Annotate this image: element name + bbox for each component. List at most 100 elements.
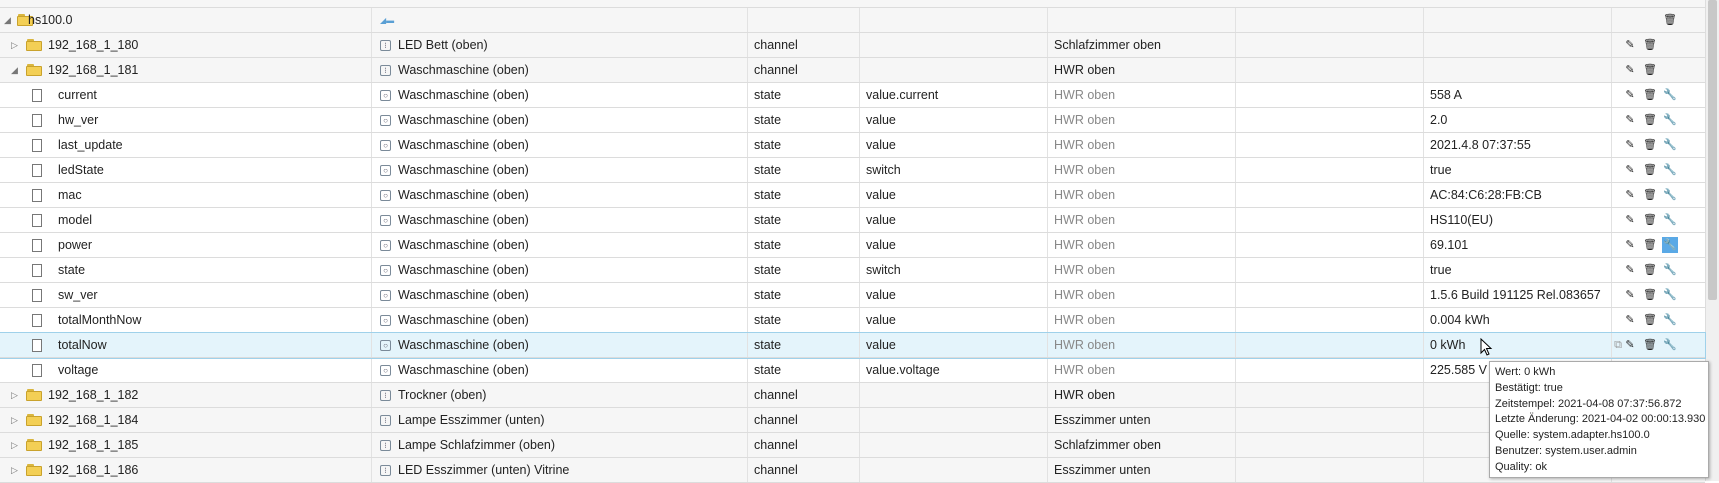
value-tooltip: Wert: 0 kWh Bestätigt: true Zeitstempel: 2…: [1489, 361, 1709, 478]
edit-icon[interactable]: ✎: [1622, 62, 1638, 78]
delete-icon[interactable]: 🗑: [1642, 337, 1658, 353]
edit-icon[interactable]: ✎: [1622, 262, 1638, 278]
object-type-cell-text: channel: [754, 63, 798, 77]
table-row-hs100.0[interactable]: ◢ hs100.0 ◢▬ 🗑: [0, 8, 1705, 33]
wrench-icon[interactable]: 🔧: [1662, 337, 1678, 353]
table-row-model[interactable]: model ○ Waschmaschine (oben) state value HWR …: [0, 208, 1705, 233]
folder-icon: [26, 464, 42, 476]
object-name-label: Waschmaschine (oben): [398, 113, 529, 127]
row-buttons-cell: ✎🗑🔧: [1612, 283, 1705, 307]
edit-icon[interactable]: ✎: [1622, 212, 1638, 228]
table-row-192_168_1_180[interactable]: ▷ 192_168_1_180 ⁝ LED Bett (oben) channel Sch…: [0, 33, 1705, 58]
expand-arrow-icon[interactable]: ▷: [11, 40, 18, 51]
wrench-icon[interactable]: 🔧: [1662, 262, 1678, 278]
object-role-cell: value: [860, 208, 1048, 232]
table-row-totalNow[interactable]: totalNow ○ Waschmaschine (oben) state value H…: [0, 332, 1706, 359]
object-id-cell: voltage: [0, 358, 372, 382]
object-room-cell: HWR oben: [1048, 333, 1236, 357]
collapse-arrow-icon[interactable]: ◢: [11, 65, 18, 76]
tooltip-line: Zeitstempel: 2021-04-08 07:37:56.872: [1495, 397, 1682, 410]
object-id-label: 192_168_1_186: [48, 463, 139, 477]
table-row-192_168_1_184[interactable]: ▷ 192_168_1_184 ⁝ Lampe Esszimmer (unten) ch…: [0, 408, 1705, 433]
delete-icon[interactable]: 🗑: [1642, 62, 1658, 78]
edit-icon[interactable]: ✎: [1622, 187, 1638, 203]
state-type-icon: ○: [380, 215, 391, 226]
table-row-192_168_1_182[interactable]: ▷ 192_168_1_182 ⁝ Trockner (oben) channel HWR…: [0, 383, 1705, 408]
object-name-cell: ○ Waschmaschine (oben): [372, 308, 748, 332]
wrench-icon[interactable]: 🔧: [1662, 162, 1678, 178]
table-row-mac[interactable]: mac ○ Waschmaschine (oben) state value HWR ob…: [0, 183, 1705, 208]
table-row-totalMonthNow[interactable]: totalMonthNow ○ Waschmaschine (oben) state v…: [0, 308, 1705, 333]
scrollbar-thumb[interactable]: [1708, 0, 1717, 300]
table-row-192_168_1_181[interactable]: ◢ 192_168_1_181 ⁝ Waschmaschine (oben) chann…: [0, 58, 1705, 83]
folder-icon: [26, 64, 42, 76]
file-icon: [32, 264, 42, 277]
wrench-icon[interactable]: 🔧: [1662, 312, 1678, 328]
wrench-icon[interactable]: 🔧: [1662, 212, 1678, 228]
delete-icon[interactable]: 🗑: [1642, 262, 1658, 278]
expand-arrow-icon[interactable]: ▷: [11, 440, 18, 451]
object-function-cell: [1236, 433, 1424, 457]
edit-icon[interactable]: ✎: [1622, 287, 1638, 303]
row-buttons-cell: ✎🗑🔧: [1612, 233, 1705, 257]
wrench-icon[interactable]: 🔧: [1662, 287, 1678, 303]
delete-icon[interactable]: 🗑: [1662, 12, 1678, 28]
expand-arrow-icon[interactable]: ▷: [11, 390, 18, 401]
object-type-cell-text: state: [754, 238, 782, 252]
delete-icon[interactable]: 🗑: [1642, 287, 1658, 303]
wrench-icon[interactable]: 🔧: [1662, 137, 1678, 153]
object-value-cell-text: 558 A: [1430, 88, 1462, 102]
file-icon: [32, 339, 42, 352]
channel-type-icon: ⁝: [380, 465, 391, 476]
object-type-cell: state: [748, 83, 860, 107]
object-id-label: power: [58, 238, 93, 252]
object-id-label: model: [58, 213, 93, 227]
expand-arrow-icon[interactable]: ▷: [11, 415, 18, 426]
table-row-192_168_1_185[interactable]: ▷ 192_168_1_185 ⁝ Lampe Schlafzimmer (oben)…: [0, 433, 1705, 458]
expand-arrow-icon[interactable]: ▷: [11, 465, 18, 476]
row-buttons-cell: ✎🗑🔧: [1612, 183, 1705, 207]
edit-icon[interactable]: ✎: [1622, 87, 1638, 103]
delete-icon[interactable]: 🗑: [1642, 162, 1658, 178]
edit-icon[interactable]: ✎: [1622, 137, 1638, 153]
object-room-cell: HWR oben: [1048, 83, 1236, 107]
collapse-arrow-icon[interactable]: ◢: [4, 15, 11, 26]
row-buttons-cell: ✎🗑🔧: [1612, 308, 1705, 332]
object-type-cell-text: state: [754, 113, 782, 127]
edit-icon[interactable]: ✎: [1622, 162, 1638, 178]
file-icon: [32, 239, 42, 252]
table-row-192_168_1_186[interactable]: ▷ 192_168_1_186 ⁝ LED Esszimmer (unten) Vit…: [0, 458, 1705, 483]
delete-icon[interactable]: 🗑: [1642, 187, 1658, 203]
object-room-cell-text: HWR oben: [1054, 138, 1116, 152]
state-type-icon: ○: [380, 265, 391, 276]
edit-icon[interactable]: ✎: [1622, 312, 1638, 328]
wrench-icon[interactable]: 🔧: [1662, 237, 1678, 253]
edit-icon[interactable]: ✎: [1622, 112, 1638, 128]
table-row-state[interactable]: state ○ Waschmaschine (oben) state switch HWR…: [0, 258, 1705, 283]
object-room-cell-text: HWR oben: [1054, 163, 1116, 177]
table-row-voltage[interactable]: voltage ○ Waschmaschine (oben) state value.v…: [0, 358, 1705, 383]
wrench-icon[interactable]: 🔧: [1662, 112, 1678, 128]
table-row-last_update[interactable]: last_update ○ Waschmaschine (oben) state val…: [0, 133, 1705, 158]
table-row-power[interactable]: power ○ Waschmaschine (oben) state value HWR …: [0, 233, 1705, 258]
wrench-icon[interactable]: 🔧: [1662, 87, 1678, 103]
delete-icon[interactable]: 🗑: [1642, 37, 1658, 53]
object-id-cell: model: [0, 208, 372, 232]
delete-icon[interactable]: 🗑: [1642, 137, 1658, 153]
table-row-current[interactable]: current ○ Waschmaschine (oben) state value.c…: [0, 83, 1705, 108]
edit-icon[interactable]: ✎: [1622, 337, 1638, 353]
object-room-cell: HWR oben: [1048, 233, 1236, 257]
table-row-ledState[interactable]: ledState ○ Waschmaschine (oben) state switch…: [0, 158, 1705, 183]
file-icon: [32, 214, 42, 227]
delete-icon[interactable]: 🗑: [1642, 312, 1658, 328]
delete-icon[interactable]: 🗑: [1642, 212, 1658, 228]
object-name-label: Lampe Esszimmer (unten): [398, 413, 545, 427]
delete-icon[interactable]: 🗑: [1642, 237, 1658, 253]
delete-icon[interactable]: 🗑: [1642, 112, 1658, 128]
wrench-icon[interactable]: 🔧: [1662, 187, 1678, 203]
edit-icon[interactable]: ✎: [1622, 37, 1638, 53]
table-row-sw_ver[interactable]: sw_ver ○ Waschmaschine (oben) state value HWR…: [0, 283, 1705, 308]
table-row-hw_ver[interactable]: hw_ver ○ Waschmaschine (oben) state value HWR…: [0, 108, 1705, 133]
edit-icon[interactable]: ✎: [1622, 237, 1638, 253]
delete-icon[interactable]: 🗑: [1642, 87, 1658, 103]
